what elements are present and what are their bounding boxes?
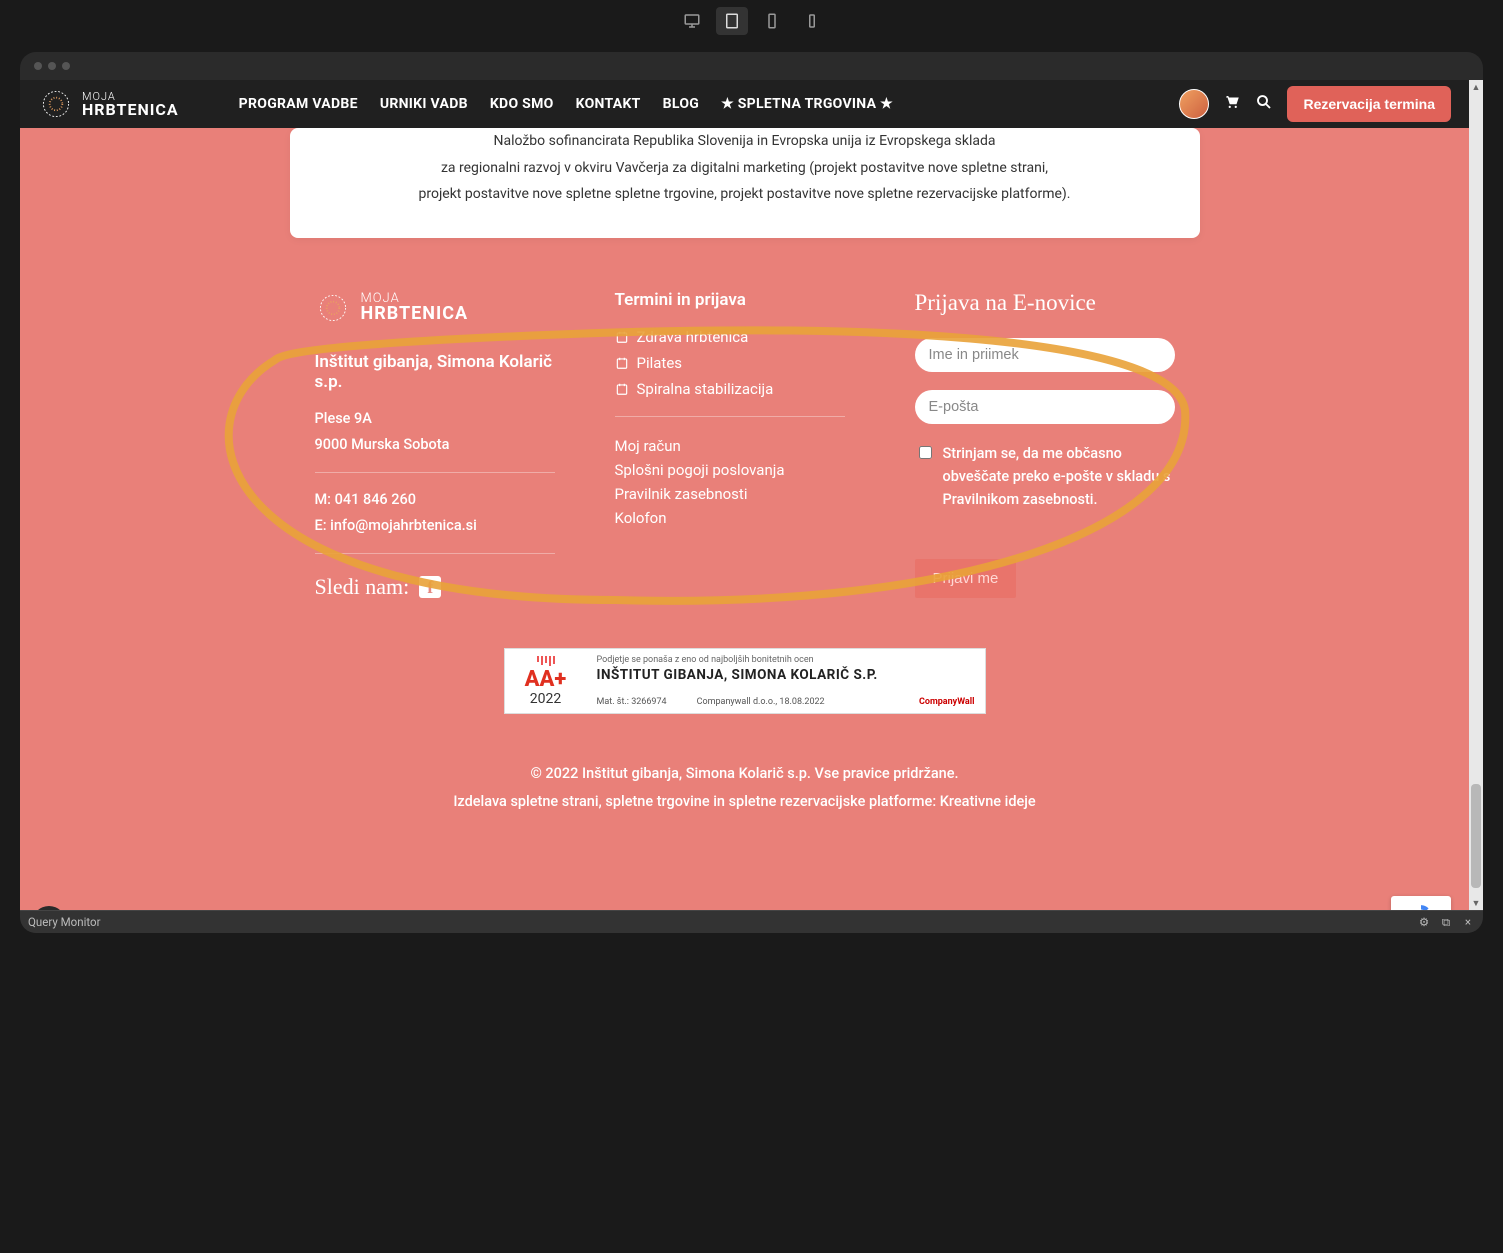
device-desktop[interactable] bbox=[676, 7, 708, 35]
booking-label: Pilates bbox=[637, 354, 683, 372]
divider bbox=[315, 472, 555, 473]
bottom-toolbar: Query Monitor ⚙ ⧉ × bbox=[20, 910, 1483, 933]
card-line: za regionalni razvoj v okviru Vavčerja z… bbox=[320, 155, 1170, 182]
copy-line: © 2022 Inštitut gibanja, Simona Kolarič … bbox=[20, 760, 1469, 788]
mat-number: 3266974 bbox=[631, 697, 666, 707]
booking-title: Termini in prijava bbox=[615, 290, 875, 310]
recaptcha-badge[interactable]: reCAPTCHA bbox=[1391, 896, 1451, 910]
newsletter-title: Prijava na E-novice bbox=[915, 290, 1175, 316]
card-line: projekt postavitve nove spletne spletne … bbox=[320, 181, 1170, 208]
follow-label: Sledi nam: bbox=[315, 574, 410, 600]
divider bbox=[615, 416, 845, 417]
nav-item[interactable]: KDO SMO bbox=[490, 96, 554, 112]
facebook-icon[interactable]: f bbox=[419, 576, 441, 598]
scroll-up-icon[interactable]: ▲ bbox=[1469, 80, 1483, 94]
main-nav: PROGRAM VADBE URNIKI VADB KDO SMO KONTAK… bbox=[239, 96, 893, 112]
brand-line2: HRBTENICA bbox=[82, 102, 179, 118]
booking-label: Spiralna stabilizacija bbox=[637, 380, 774, 398]
consent-text: Strinjam se, da me občasno obveščate pre… bbox=[943, 442, 1175, 512]
email-label: E: bbox=[315, 517, 327, 534]
site-content: MOJA HRBTENICA PROGRAM VADBE URNIKI VADB… bbox=[20, 80, 1469, 910]
search-icon[interactable] bbox=[1255, 93, 1273, 115]
window-controls bbox=[20, 52, 1483, 80]
mat-label: Mat. št.: bbox=[597, 697, 629, 707]
address: Plese 9A 9000 Murska Sobota bbox=[315, 406, 575, 458]
query-monitor-link[interactable]: Query Monitor bbox=[28, 915, 101, 929]
device-phone-small[interactable] bbox=[796, 7, 828, 35]
rating-year: 2022 bbox=[530, 691, 561, 707]
dot-min[interactable] bbox=[48, 62, 56, 70]
email-link[interactable]: info@mojahrbtenica.si bbox=[330, 517, 477, 534]
device-toolbar bbox=[0, 0, 1503, 42]
badge-rating: AA+ 2022 bbox=[505, 649, 587, 713]
consent-checkbox-wrap[interactable]: Strinjam se, da me občasno obveščate pre… bbox=[915, 442, 1175, 512]
cart-icon[interactable] bbox=[1223, 93, 1241, 115]
scrollbar-vertical[interactable]: ▲ ▼ bbox=[1469, 80, 1483, 910]
card-line: Naložbo sofinancirata Republika Slovenij… bbox=[320, 128, 1170, 155]
settings-icon[interactable]: ⚙ bbox=[1417, 915, 1431, 929]
dot-max[interactable] bbox=[62, 62, 70, 70]
booking-item[interactable]: Pilates bbox=[615, 354, 875, 372]
scroll-down-icon[interactable]: ▼ bbox=[1469, 896, 1483, 910]
popout-icon[interactable]: ⧉ bbox=[1439, 915, 1453, 930]
follow-us: Sledi nam: f bbox=[315, 574, 575, 600]
nav-item[interactable]: URNIKI VADB bbox=[380, 96, 468, 112]
dot-close[interactable] bbox=[34, 62, 42, 70]
booking-label: Zdrava hrbtenica bbox=[637, 328, 749, 346]
phone-label: M: bbox=[315, 491, 332, 508]
funding-card: Naložbo sofinancirata Republika Slovenij… bbox=[290, 128, 1200, 238]
gear-icon[interactable] bbox=[32, 906, 66, 910]
booking-item[interactable]: Zdrava hrbtenica bbox=[615, 328, 875, 346]
nav-item[interactable]: ★ SPLETNA TRGOVINA ★ bbox=[721, 96, 893, 112]
device-tablet[interactable] bbox=[716, 7, 748, 35]
badge-company: INŠTITUT GIBANJA, SIMONA KOLARIČ S.P. bbox=[597, 667, 975, 683]
divider bbox=[315, 553, 555, 554]
brand-logo[interactable]: MOJA HRBTENICA bbox=[38, 86, 179, 122]
device-phone-large[interactable] bbox=[756, 7, 788, 35]
badge-issuer: Companywall d.o.o., 18.08.2022 bbox=[697, 697, 825, 707]
footer-link[interactable]: Pravilnik zasebnosti bbox=[615, 485, 875, 503]
footer-columns: MOJA HRBTENICA Inštitut gibanja, Simona … bbox=[305, 290, 1185, 600]
badge-tagline: Podjetje se ponaša z eno od najboljših b… bbox=[597, 655, 975, 665]
name-input[interactable] bbox=[915, 338, 1175, 372]
copyright: © 2022 Inštitut gibanja, Simona Kolarič … bbox=[20, 760, 1469, 855]
footer-link[interactable]: Kolofon bbox=[615, 509, 875, 527]
nav-item[interactable]: PROGRAM VADBE bbox=[239, 96, 358, 112]
footer-brand-line2: HRBTENICA bbox=[361, 305, 469, 323]
consent-checkbox[interactable] bbox=[919, 446, 932, 459]
reserve-button[interactable]: Rezervacija termina bbox=[1287, 86, 1451, 122]
browser-frame: MOJA HRBTENICA PROGRAM VADBE URNIKI VADB… bbox=[20, 52, 1483, 933]
subscribe-button[interactable]: Prijavi me bbox=[915, 559, 1017, 598]
booking-list: Zdrava hrbtenica Pilates Spiralna stabil… bbox=[615, 328, 875, 398]
close-icon[interactable]: × bbox=[1461, 915, 1475, 929]
preview-stage: MOJA HRBTENICA PROGRAM VADBE URNIKI VADB… bbox=[0, 42, 1503, 933]
footer-link[interactable]: Moj račun bbox=[615, 437, 875, 455]
viewport: MOJA HRBTENICA PROGRAM VADBE URNIKI VADB… bbox=[20, 80, 1483, 910]
addr-line: 9000 Murska Sobota bbox=[315, 432, 575, 458]
rating-value: AA+ bbox=[525, 669, 567, 691]
site-header: MOJA HRBTENICA PROGRAM VADBE URNIKI VADB… bbox=[20, 80, 1469, 128]
copy-line: Izdelava spletne strani, spletne trgovin… bbox=[20, 788, 1469, 816]
rating-badge[interactable]: AA+ 2022 Podjetje se ponaša z eno od naj… bbox=[504, 648, 986, 714]
scroll-thumb[interactable] bbox=[1471, 784, 1481, 888]
phone-link[interactable]: 041 846 260 bbox=[335, 491, 416, 508]
link-list: Moj račun Splošni pogoji poslovanja Prav… bbox=[615, 437, 875, 527]
footer-logo: MOJA HRBTENICA bbox=[315, 290, 575, 326]
header-actions: Rezervacija termina bbox=[1179, 86, 1451, 122]
footer-col-links: Termini in prijava Zdrava hrbtenica Pila… bbox=[615, 290, 875, 600]
badge-brand: CompanyWall bbox=[919, 697, 975, 707]
addr-line: Plese 9A bbox=[315, 406, 575, 432]
avatar[interactable] bbox=[1179, 89, 1209, 119]
booking-item[interactable]: Spiralna stabilizacija bbox=[615, 380, 875, 398]
footer-link[interactable]: Splošni pogoji poslovanja bbox=[615, 461, 875, 479]
nav-item[interactable]: KONTAKT bbox=[576, 96, 641, 112]
footer-col-contact: MOJA HRBTENICA Inštitut gibanja, Simona … bbox=[315, 290, 575, 600]
nav-item[interactable]: BLOG bbox=[663, 96, 699, 112]
company-name: Inštitut gibanja, Simona Kolarič s.p. bbox=[315, 352, 575, 392]
page-body: Naložbo sofinancirata Republika Slovenij… bbox=[20, 128, 1469, 910]
footer-col-newsletter: Prijava na E-novice Strinjam se, da me o… bbox=[915, 290, 1175, 600]
email-input[interactable] bbox=[915, 390, 1175, 424]
